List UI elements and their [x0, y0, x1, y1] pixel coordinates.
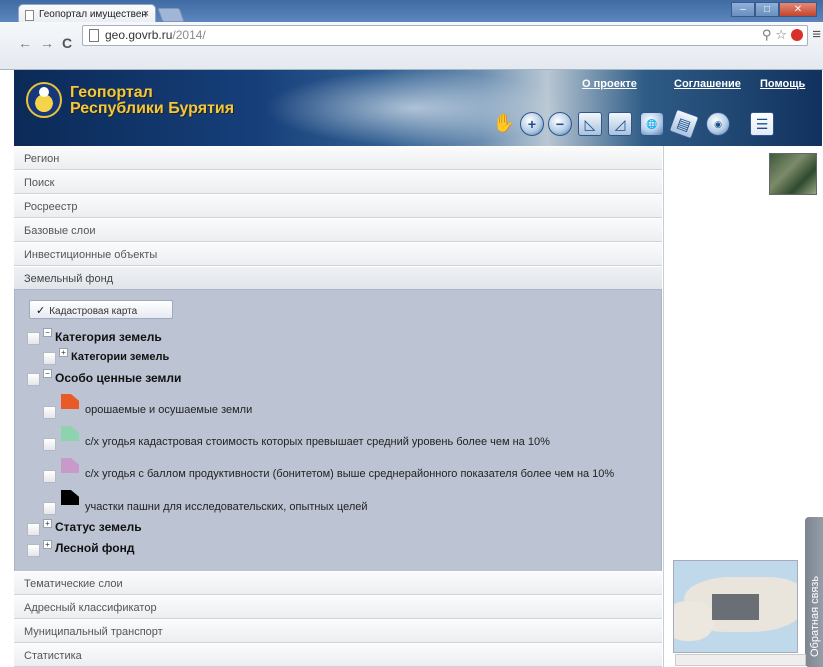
land-fund-content: ✓ Кадастровая карта − Категория земель + … — [14, 289, 662, 573]
page-icon — [89, 29, 99, 42]
address-bar[interactable]: geo.govrb.ru/2014/ ⚲☆ — [82, 25, 808, 46]
tab-title: Геопортал имуществен — [39, 9, 147, 20]
measure-distance-icon[interactable]: ◺ — [578, 112, 602, 136]
url-host: geo.govrb.ru — [105, 28, 173, 42]
expand-icon[interactable]: + — [43, 519, 52, 528]
tree-checkbox[interactable] — [27, 523, 40, 536]
satellite-basemap-thumbnail[interactable] — [769, 153, 817, 195]
legend-swatch-cadastral-value — [61, 426, 79, 441]
site-header: Геопортал Республики Бурятия О проекте С… — [14, 70, 822, 146]
tree-leaf-irrigated[interactable]: орошаемые и осушаемые земли — [85, 404, 252, 416]
browser-menu-icon[interactable]: ≡ — [812, 26, 821, 43]
omnibox-actions: ⚲☆ — [762, 27, 803, 43]
tree-checkbox[interactable] — [27, 544, 40, 557]
legend-swatch-research-plots — [61, 490, 79, 505]
overview-icon[interactable]: ◉ — [706, 112, 730, 136]
tree-node-category[interactable]: Категория земель — [55, 330, 162, 344]
title-bar: Геопортал имуществен × – □ ✕ — [0, 0, 823, 24]
browser-chrome: Геопортал имуществен × – □ ✕ ← → C geo.g… — [0, 0, 823, 70]
help-link[interactable]: Помощь — [760, 78, 805, 90]
tree-node-special[interactable]: Особо ценные земли — [55, 371, 181, 385]
expand-icon[interactable]: + — [43, 540, 52, 549]
site-title-line2: Республики Бурятия — [70, 100, 235, 117]
site-title[interactable]: Геопортал Республики Бурятия — [70, 85, 234, 117]
feedback-label: Обратная связь — [809, 575, 821, 657]
section-thematic[interactable]: Тематические слои — [14, 571, 662, 595]
agreement-link[interactable]: Соглашение — [674, 78, 741, 90]
section-rosreestr[interactable]: Росреестр — [14, 194, 662, 218]
tree-node-status[interactable]: Статус земель — [55, 520, 142, 534]
tree-checkbox[interactable] — [43, 502, 56, 515]
adblock-icon[interactable] — [791, 29, 803, 41]
tree-checkbox[interactable] — [43, 406, 56, 419]
cadastral-map-toggle[interactable]: ✓ Кадастровая карта — [29, 300, 173, 319]
section-region[interactable]: Регион — [14, 146, 662, 170]
horizontal-scrollbar[interactable] — [675, 654, 806, 666]
pan-hand-icon[interactable]: ✋ — [492, 112, 516, 136]
minimap-viewport[interactable] — [712, 594, 759, 620]
section-base-layers[interactable]: Базовые слои — [14, 218, 662, 242]
section-investment[interactable]: Инвестиционные объекты — [14, 242, 662, 266]
maximize-icon[interactable]: □ — [755, 2, 779, 17]
collapse-icon[interactable]: − — [43, 369, 52, 378]
legend-swatch-irrigated — [61, 394, 79, 409]
coat-of-arms-logo[interactable] — [26, 82, 62, 118]
measure-area-icon[interactable]: ◿ — [608, 112, 632, 136]
url-path: /2014/ — [172, 28, 206, 42]
tree-node-forest[interactable]: Лесной фонд — [55, 541, 134, 555]
section-search[interactable]: Поиск — [14, 170, 662, 194]
back-icon[interactable]: ← — [18, 35, 32, 51]
minimap-land — [674, 601, 714, 641]
tree-leaf-research-plots[interactable]: участки пашни для исследовательских, опы… — [85, 501, 368, 513]
tree-checkbox[interactable] — [43, 352, 56, 365]
star-icon[interactable]: ☆ — [775, 27, 791, 42]
browser-tab[interactable]: Геопортал имуществен × — [18, 4, 156, 24]
tree-leaf-cadastral-value[interactable]: с/х угодья кадастровая стоимость которых… — [85, 436, 550, 448]
legend-icon[interactable]: ☰ — [750, 112, 774, 136]
zoom-out-icon[interactable]: − — [548, 112, 572, 136]
collapse-icon[interactable]: − — [43, 328, 52, 337]
section-land-fund[interactable]: Земельный фонд — [14, 266, 662, 290]
www-layer-icon[interactable]: 🌐 — [640, 112, 664, 136]
new-tab-button[interactable] — [157, 8, 185, 22]
zoom-in-icon[interactable]: + — [520, 112, 544, 136]
forward-icon[interactable]: → — [40, 35, 54, 51]
layers-panel: Регион Поиск Росреестр Базовые слои Инве… — [14, 146, 664, 667]
site-title-line1: Геопортал — [70, 84, 153, 101]
legend-swatch-productivity — [61, 458, 79, 473]
feedback-button[interactable]: Обратная связь — [805, 517, 823, 667]
tree-checkbox[interactable] — [27, 332, 40, 345]
close-tab-icon[interactable]: × — [143, 8, 149, 20]
overview-minimap[interactable] — [673, 560, 798, 653]
section-address[interactable]: Адресный классификатор — [14, 595, 662, 619]
header-links: О проекте Соглашение Помощь — [582, 78, 822, 92]
section-transport[interactable]: Муниципальный транспорт — [14, 619, 662, 643]
tree-checkbox[interactable] — [43, 438, 56, 451]
reload-icon[interactable]: C — [62, 35, 72, 51]
tree-leaf-productivity[interactable]: с/х угодья с баллом продуктивности (бони… — [85, 468, 614, 480]
section-statistics[interactable]: Статистика — [14, 643, 662, 667]
layers-icon[interactable]: ▤ — [668, 108, 700, 140]
tree-checkbox[interactable] — [27, 373, 40, 386]
about-link[interactable]: О проекте — [582, 78, 637, 90]
cadastral-map-label: Кадастровая карта — [49, 306, 138, 317]
minimize-icon[interactable]: – — [731, 2, 755, 17]
tree-node-category-child[interactable]: Категории земель — [71, 351, 169, 363]
page-icon — [25, 10, 34, 21]
zoom-icon[interactable]: ⚲ — [762, 27, 776, 42]
close-window-icon[interactable]: ✕ — [779, 2, 817, 17]
check-icon: ✓ — [36, 305, 46, 317]
satellite-backdrop — [264, 70, 564, 146]
expand-icon[interactable]: + — [59, 348, 68, 357]
tree-checkbox[interactable] — [43, 470, 56, 483]
window-controls: – □ ✕ — [731, 2, 817, 18]
map-view[interactable]: Обратная связь — [665, 146, 823, 667]
